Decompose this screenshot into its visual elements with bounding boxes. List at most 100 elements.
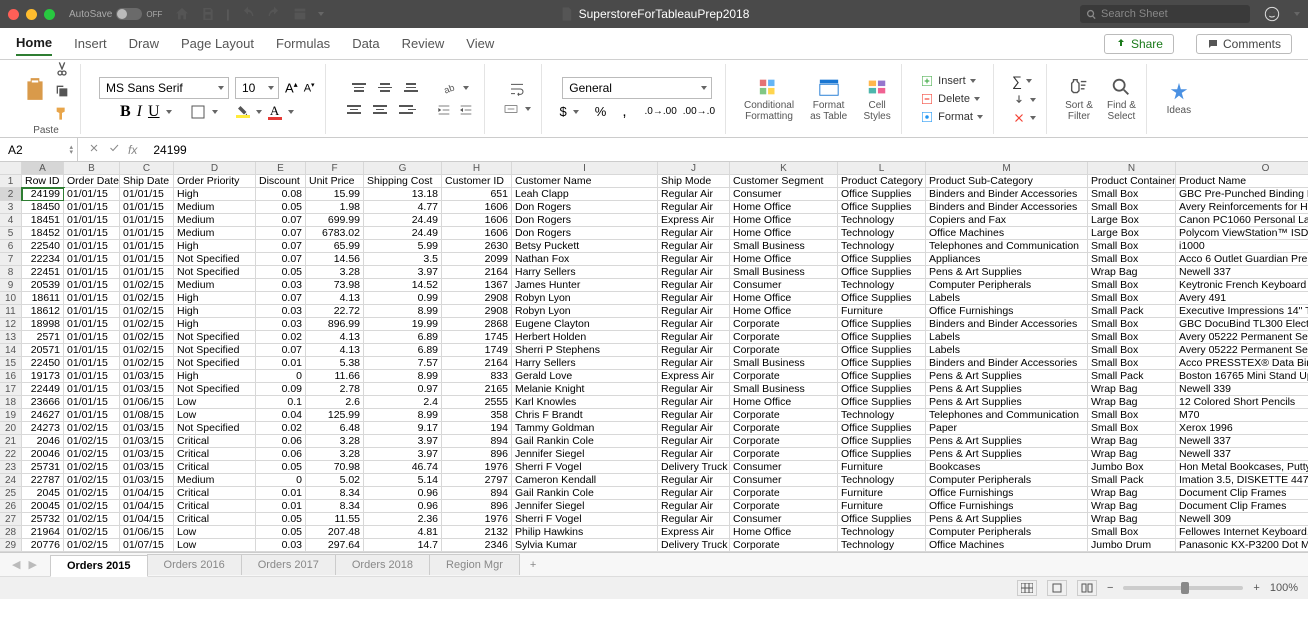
cell[interactable]: Karl Knowles xyxy=(512,396,658,409)
cell[interactable]: 2046 xyxy=(22,435,64,448)
row-header-15[interactable]: 15 xyxy=(0,357,22,370)
cell[interactable]: Gerald Love xyxy=(512,370,658,383)
cell[interactable]: Imation 3.5, DISKETTE 44766 HGHLD xyxy=(1176,474,1308,487)
tab-review[interactable]: Review xyxy=(402,32,445,55)
cell[interactable]: 01/02/15 xyxy=(120,305,174,318)
cell[interactable]: 18450 xyxy=(22,201,64,214)
cell[interactable]: 4.13 xyxy=(306,292,364,305)
cell[interactable]: Binders and Binder Accessories xyxy=(926,188,1088,201)
cell[interactable]: 1.98 xyxy=(306,201,364,214)
autosave-switch[interactable] xyxy=(116,8,142,20)
cell[interactable]: 0 xyxy=(256,370,306,383)
cell[interactable]: 01/03/15 xyxy=(120,370,174,383)
delete-cells-button[interactable]: Delete xyxy=(920,92,980,106)
cell[interactable]: Office Furnishings xyxy=(926,305,1088,318)
cell[interactable]: 01/02/15 xyxy=(120,292,174,305)
cell[interactable]: 01/01/15 xyxy=(64,318,120,331)
cell[interactable]: 0.07 xyxy=(256,253,306,266)
cell[interactable]: 22.72 xyxy=(306,305,364,318)
cell[interactable]: 01/04/15 xyxy=(120,500,174,513)
cell[interactable]: 894 xyxy=(442,435,512,448)
cell[interactable]: Newell 337 xyxy=(1176,266,1308,279)
cell[interactable]: 46.74 xyxy=(364,461,442,474)
cell[interactable]: i1000 xyxy=(1176,240,1308,253)
tab-formulas[interactable]: Formulas xyxy=(276,32,330,55)
cell[interactable]: Copiers and Fax xyxy=(926,214,1088,227)
cell[interactable]: 01/01/15 xyxy=(64,240,120,253)
cell[interactable]: 21964 xyxy=(22,526,64,539)
cell[interactable]: 6.89 xyxy=(364,344,442,357)
cell[interactable]: 1606 xyxy=(442,214,512,227)
cell[interactable]: Office Supplies xyxy=(838,357,926,370)
cell[interactable]: Computer Peripherals xyxy=(926,474,1088,487)
cell[interactable]: 0.07 xyxy=(256,292,306,305)
cell[interactable]: Jennifer Siegel xyxy=(512,448,658,461)
format-painter-icon[interactable] xyxy=(54,105,70,121)
cell[interactable]: 01/01/15 xyxy=(120,201,174,214)
cell[interactable]: Executive Impressions 14" Two-Color N xyxy=(1176,305,1308,318)
decrease-indent-icon[interactable] xyxy=(436,102,452,118)
cell[interactable]: Row ID xyxy=(22,175,64,188)
cell[interactable]: 2132 xyxy=(442,526,512,539)
cell[interactable]: 0.05 xyxy=(256,201,306,214)
cell[interactable]: 0.07 xyxy=(256,227,306,240)
col-header-L[interactable]: L xyxy=(838,162,926,175)
cell[interactable]: 22540 xyxy=(22,240,64,253)
cell[interactable]: 2797 xyxy=(442,474,512,487)
col-header-K[interactable]: K xyxy=(730,162,838,175)
name-box[interactable]: A2▴▾ xyxy=(0,138,78,161)
cell[interactable]: Corporate xyxy=(730,435,838,448)
cell[interactable]: Order Priority xyxy=(174,175,256,188)
cell[interactable]: Regular Air xyxy=(658,279,730,292)
cell[interactable]: Wrap Bag xyxy=(1088,266,1176,279)
copy-icon[interactable] xyxy=(54,83,70,99)
cell[interactable]: 1606 xyxy=(442,227,512,240)
cell[interactable]: Critical xyxy=(174,500,256,513)
cell[interactable]: Technology xyxy=(838,474,926,487)
cell[interactable]: Not Specified xyxy=(174,422,256,435)
cell[interactable]: 6783.02 xyxy=(306,227,364,240)
cell[interactable]: 14.7 xyxy=(364,539,442,552)
font-size-select[interactable] xyxy=(235,77,279,99)
select-all-corner[interactable] xyxy=(0,162,22,175)
cell[interactable]: Critical xyxy=(174,448,256,461)
col-header-G[interactable]: G xyxy=(364,162,442,175)
cell[interactable]: Regular Air xyxy=(658,409,730,422)
cell[interactable]: 01/02/15 xyxy=(64,487,120,500)
cell[interactable]: Office Machines xyxy=(926,227,1088,240)
row-header-9[interactable]: 9 xyxy=(0,279,22,292)
cell[interactable]: Technology xyxy=(838,240,926,253)
row-header-23[interactable]: 23 xyxy=(0,461,22,474)
cell[interactable]: 23666 xyxy=(22,396,64,409)
cell[interactable]: Newell 309 xyxy=(1176,513,1308,526)
cell[interactable]: Pens & Art Supplies xyxy=(926,266,1088,279)
cell[interactable]: Consumer xyxy=(730,461,838,474)
cell[interactable]: Low xyxy=(174,526,256,539)
home-icon[interactable] xyxy=(174,6,190,22)
cell[interactable]: Small Business xyxy=(730,383,838,396)
merge-icon[interactable] xyxy=(503,101,519,117)
cell[interactable]: Pens & Art Supplies xyxy=(926,383,1088,396)
row-header-22[interactable]: 22 xyxy=(0,448,22,461)
cell[interactable]: Labels xyxy=(926,331,1088,344)
cell[interactable]: 0.06 xyxy=(256,435,306,448)
row-header-18[interactable]: 18 xyxy=(0,396,22,409)
cell[interactable]: 01/02/15 xyxy=(64,448,120,461)
cell[interactable]: Technology xyxy=(838,214,926,227)
cell[interactable]: Technology xyxy=(838,539,926,552)
cell[interactable]: 01/02/15 xyxy=(64,539,120,552)
cell[interactable]: 0.99 xyxy=(364,292,442,305)
sheet-nav-next[interactable]: ▶ xyxy=(24,558,40,571)
cell[interactable]: Ship Mode xyxy=(658,175,730,188)
cell[interactable]: Small Box xyxy=(1088,201,1176,214)
cell[interactable]: Furniture xyxy=(838,500,926,513)
col-header-H[interactable]: H xyxy=(442,162,512,175)
cell[interactable]: Not Specified xyxy=(174,383,256,396)
cell[interactable]: 2.78 xyxy=(306,383,364,396)
cell[interactable]: 01/01/15 xyxy=(64,214,120,227)
cell[interactable]: 01/01/15 xyxy=(64,370,120,383)
cell[interactable]: 18451 xyxy=(22,214,64,227)
col-header-M[interactable]: M xyxy=(926,162,1088,175)
cell[interactable]: 01/03/15 xyxy=(120,383,174,396)
cell[interactable]: Sherri P Stephens xyxy=(512,344,658,357)
